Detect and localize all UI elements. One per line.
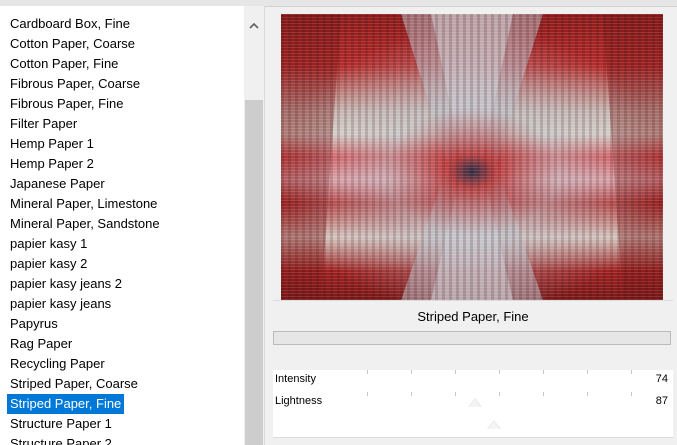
texture-list-item[interactable]: Filter Paper [0,114,243,134]
texture-list-item[interactable]: papier kasy 1 [0,234,243,254]
progress-bar [273,331,671,345]
intensity-slider-row: Intensity 74 [273,370,673,407]
texture-list-item[interactable]: Recycling Paper [0,354,243,374]
lightness-value: 87 [655,395,668,407]
lightness-ticks [367,392,643,396]
texture-list-panel: Cardboard Box, Fine Cotton Paper, Coarse C… [0,6,265,445]
intensity-value: 74 [655,373,668,385]
texture-list-item[interactable]: Striped Paper, Coarse [0,374,243,394]
texture-list-item[interactable]: Mineral Paper, Sandstone [0,214,243,234]
preview-name-label: Striped Paper, Fine [417,308,529,324]
texture-list-item[interactable]: Structure Paper 1 [0,414,243,434]
texture-list-item[interactable]: Fibrous Paper, Coarse [0,74,243,94]
intensity-ticks [367,370,643,374]
scroll-thumb[interactable] [245,100,263,445]
texture-list-item[interactable]: papier kasy jeans [0,294,243,314]
lightness-slider-thumb[interactable] [486,420,501,429]
selected-texture-label: Striped Paper, Fine [7,394,125,414]
texture-preview [281,14,663,300]
chevron-up-icon[interactable] [244,12,264,38]
texture-list-item[interactable]: Cardboard Box, Fine [0,14,243,34]
texture-list-item[interactable]: Cotton Paper, Coarse [0,34,243,54]
slider-panel: Intensity 74 Lightness 87 [273,370,673,438]
lightness-slider-row: Lightness 87 [273,392,673,429]
texture-list-item[interactable]: Cotton Paper, Fine [0,54,243,74]
texture-list-item[interactable]: papier kasy 2 [0,254,243,274]
texture-list-item[interactable]: Mineral Paper, Limestone [0,194,243,214]
texture-list-item[interactable]: Structure Paper 2 [0,434,243,445]
texture-list-item[interactable]: papier kasy jeans 2 [0,274,243,294]
preview-name: Striped Paper, Fine [273,300,673,331]
lightness-label: Lightness [275,395,323,407]
intensity-label: Intensity [275,373,316,385]
texture-dialog: Cardboard Box, Fine Cotton Paper, Coarse C… [0,0,677,445]
preview-image [281,14,663,300]
texture-list-item[interactable]: Hemp Paper 1 [0,134,243,154]
texture-list-item[interactable]: Fibrous Paper, Fine [0,94,243,114]
list-scrollbar[interactable] [244,6,264,445]
texture-list-item[interactable]: Japanese Paper [0,174,243,194]
texture-list-item[interactable]: Papyrus [0,314,243,334]
texture-list[interactable]: Cardboard Box, Fine Cotton Paper, Coarse C… [0,14,243,445]
texture-list-item[interactable]: Rag Paper [0,334,243,354]
texture-list-item[interactable]: Hemp Paper 2 [0,154,243,174]
texture-list-item[interactable]: Striped Paper, Fine [0,394,243,414]
